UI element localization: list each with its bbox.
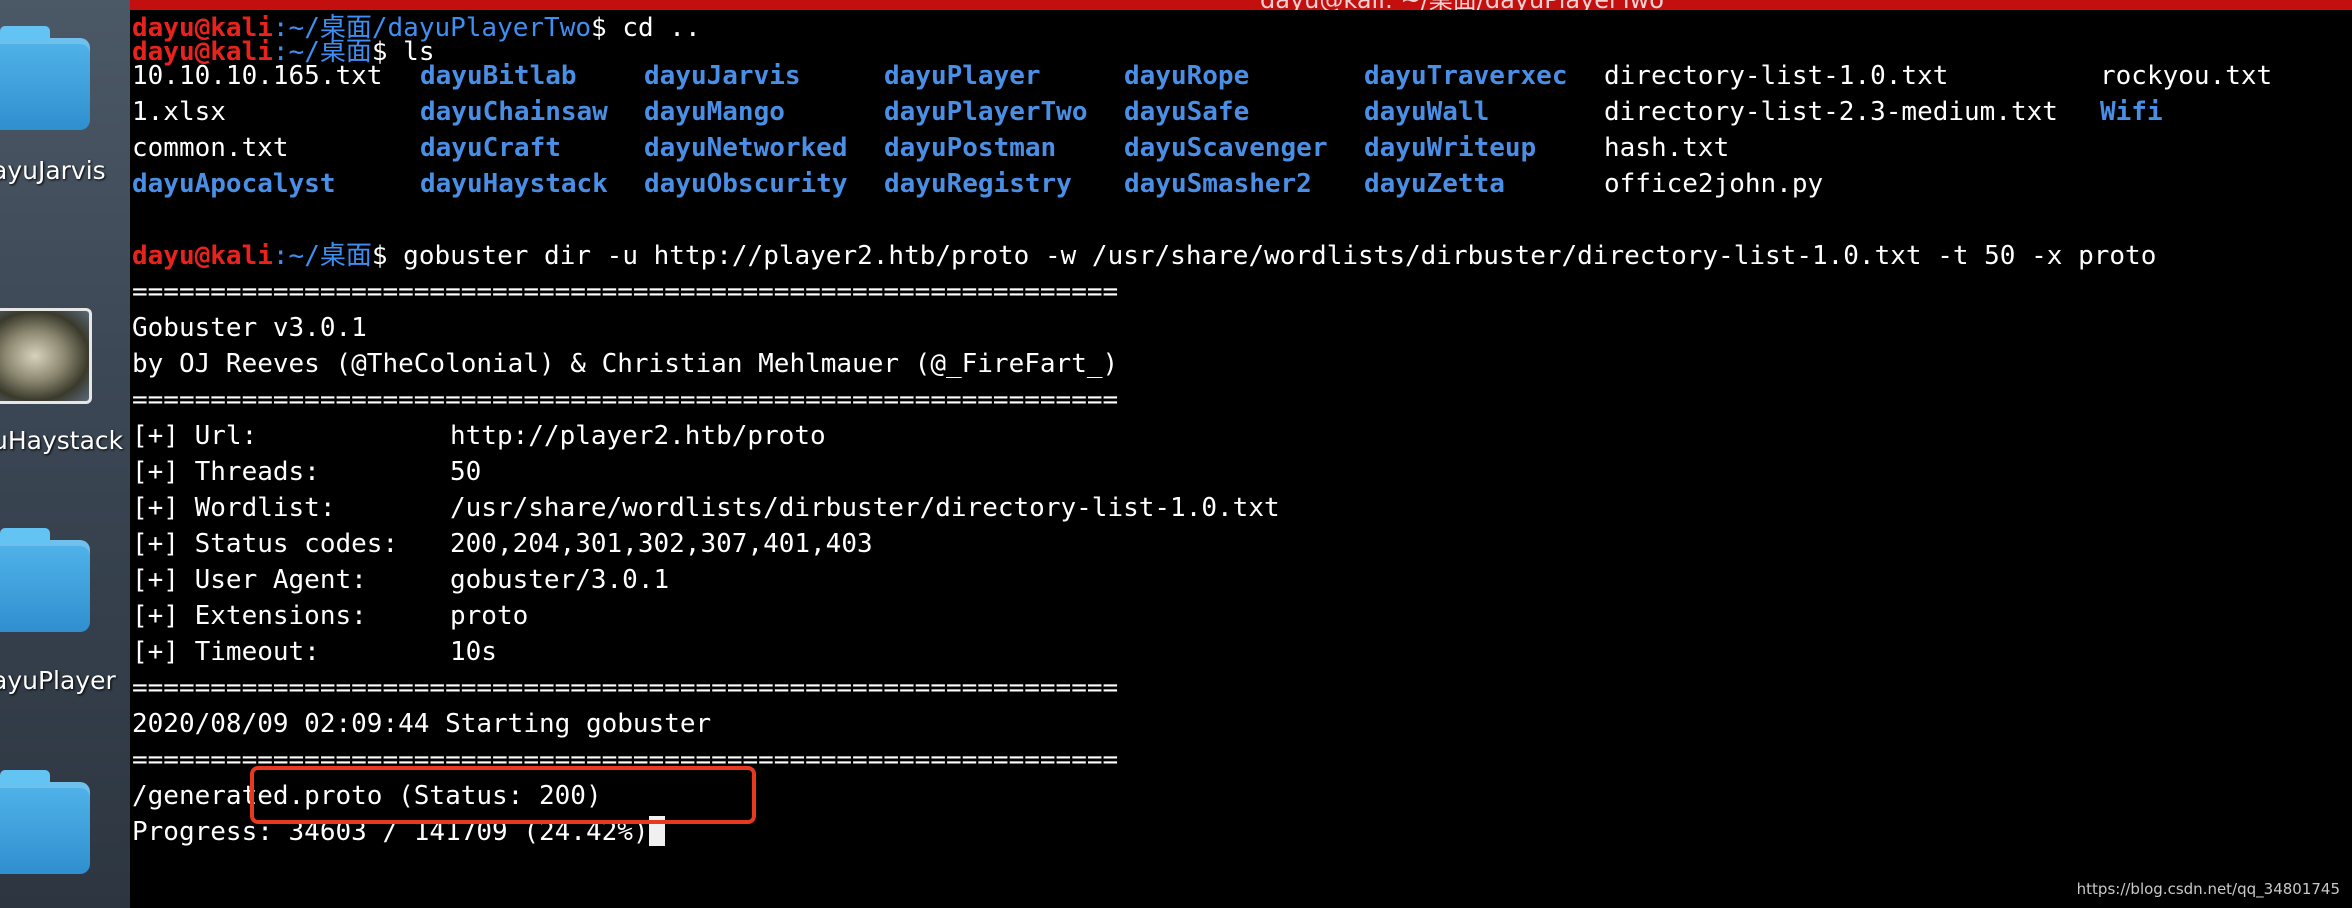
info-key: [+] Url:	[132, 421, 258, 451]
ls-entry: 1.xlsx	[132, 97, 226, 127]
info-row: [+] Timeout:	[132, 634, 320, 670]
ls-entry: dayuNetworked	[644, 133, 848, 163]
watermark: https://blog.csdn.net/qq_34801745	[2076, 880, 2340, 898]
info-row: [+] Threads:	[132, 454, 320, 490]
folder-icon	[0, 26, 90, 130]
info-value: proto	[450, 601, 529, 631]
ls-entry: dayuWriteup	[1364, 133, 1537, 163]
info-value: 10s	[450, 637, 497, 667]
command-text: cd ..	[606, 13, 701, 43]
info-value: http://player2.htb/proto	[450, 421, 826, 451]
info-value: 50	[450, 457, 482, 487]
info-key: [+] Status codes:	[132, 529, 399, 559]
ls-entry: rockyou.txt	[2100, 61, 2273, 91]
desktop-sidebar: ayuJarvis uHaystack ayuPlayer	[0, 0, 130, 908]
start-line: 2020/08/09 02:09:44 Starting gobuster	[132, 709, 712, 739]
ls-entry: dayuBitlab	[420, 61, 577, 91]
window-title: dayu@kali: ~/桌面/dayuPlayerTwo	[1260, 0, 1664, 10]
info-key: [+] User Agent:	[132, 565, 367, 595]
terminal-titlebar[interactable]: dayu@kali: ~/桌面/dayuPlayerTwo	[130, 0, 2352, 10]
folder-icon	[0, 528, 90, 632]
ls-entry: dayuZetta	[1364, 169, 1505, 199]
ls-entry: hash.txt	[1604, 133, 1730, 163]
desktop-icon-label: uHaystack	[0, 426, 124, 455]
info-row: [+] Extensions:	[132, 598, 367, 634]
prompt-sep: :	[272, 241, 289, 271]
prompt-dollar: $	[591, 13, 607, 43]
folder-icon	[0, 770, 90, 874]
ls-entry: dayuScavenger	[1124, 133, 1328, 163]
prompt-line-gobuster: dayu@kali:~/桌面$ gobuster dir -u http://p…	[132, 238, 2156, 274]
info-value: gobuster/3.0.1	[450, 565, 670, 595]
ls-entry: dayuPlayerTwo	[884, 97, 1088, 127]
info-row: [+] Wordlist:	[132, 490, 336, 526]
info-row: [+] Url:	[132, 418, 257, 454]
ls-entry: dayuTraverxec	[1364, 61, 1568, 91]
ls-entry: dayuJarvis	[644, 61, 801, 91]
info-key: [+] Timeout:	[132, 637, 320, 667]
separator-line: ========================================…	[132, 385, 1119, 415]
separator-line: ========================================…	[132, 673, 1119, 703]
highlight-box	[250, 766, 756, 824]
info-value: /usr/share/wordlists/dirbuster/directory…	[450, 493, 1280, 523]
image-thumbnail-icon	[0, 308, 92, 404]
ls-entry: dayuChainsaw	[420, 97, 608, 127]
ls-entry: dayuMango	[644, 97, 785, 127]
ls-entry: directory-list-2.3-medium.txt	[1604, 97, 2058, 127]
ls-entry: dayuRegistry	[884, 169, 1072, 199]
info-value: 200,204,301,302,307,401,403	[450, 529, 873, 559]
ls-entry: dayuObscurity	[644, 169, 848, 199]
prompt-user: dayu@kali	[132, 241, 273, 271]
ls-entry: dayuSmasher2	[1124, 169, 1312, 199]
ls-entry: dayuPlayer	[884, 61, 1041, 91]
info-row: [+] User Agent:	[132, 562, 367, 598]
ls-entry: dayuWall	[1364, 97, 1490, 127]
info-key: [+] Threads:	[132, 457, 320, 487]
info-row: [+] Status codes:	[132, 526, 398, 562]
ls-entry: dayuHaystack	[420, 169, 608, 199]
banner-version: Gobuster v3.0.1	[132, 313, 367, 343]
ls-entry: dayuPostman	[884, 133, 1057, 163]
ls-entry: dayuCraft	[420, 133, 561, 163]
banner-authors: by OJ Reeves (@TheColonial) & Christian …	[132, 349, 1119, 379]
prompt-path: ~/桌面	[288, 241, 372, 271]
ls-entry: dayuApocalyst	[132, 169, 336, 199]
ls-entry: Wifi	[2100, 97, 2163, 127]
terminal-output[interactable]: dayu@kali:~/桌面/dayuPlayerTwo$ cd .. dayu…	[130, 10, 2352, 908]
ls-entry: dayuRope	[1124, 61, 1250, 91]
separator-line: ========================================…	[132, 277, 1119, 307]
info-key: [+] Extensions:	[132, 601, 367, 631]
ls-entry: common.txt	[132, 133, 289, 163]
prompt-dollar: $	[371, 241, 388, 271]
command-text: gobuster dir -u http://player2.htb/proto…	[387, 241, 2157, 271]
ls-entry: 10.10.10.165.txt	[132, 61, 383, 91]
ls-entry: dayuSafe	[1124, 97, 1250, 127]
ls-entry: office2john.py	[1604, 169, 1824, 199]
info-key: [+] Wordlist:	[132, 493, 336, 523]
ls-entry: directory-list-1.0.txt	[1604, 61, 1949, 91]
desktop-icon-label: ayuJarvis	[0, 156, 106, 185]
desktop-icon-label: ayuPlayer	[0, 666, 116, 695]
